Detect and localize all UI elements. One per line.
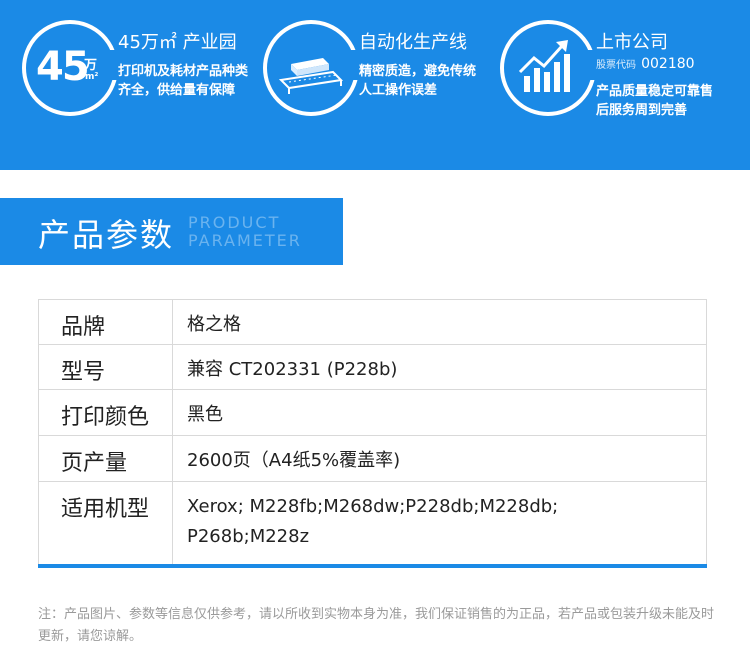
param-value: 2600页（A4纸5%覆盖率) [172, 435, 707, 482]
disclaimer-note: 注：产品图片、参数等信息仅供参考，请以所收到实物本身为准，我们保证销售的为正品，… [38, 607, 715, 644]
park-badge: 45 万 m² [22, 20, 118, 116]
table-row: 适用机型 Xerox; M228fb;M268dw;P228db;M228db;… [38, 481, 707, 566]
stock-code: 002180 [641, 56, 695, 72]
feature-automated-line: 自动化生产线 精密质造，避免传统人工操作误差 [263, 20, 493, 150]
param-value: Xerox; M228fb;M268dw;P228db;M228db; P268… [172, 481, 707, 566]
table-row: 页产量 2600页（A4纸5%覆盖率) [38, 435, 707, 482]
stock-prefix: 股票代码 [596, 60, 636, 71]
section-en-line2: PARAMETER [188, 231, 302, 250]
param-value: 黑色 [172, 389, 707, 436]
park-badge-number: 45 [36, 44, 90, 90]
section-title: 产品参数 [38, 216, 175, 254]
param-label: 适用机型 [38, 481, 173, 566]
line-description: 精密质造，避免传统人工操作误差 [359, 64, 477, 98]
park-description: 打印机及耗材产品种类齐全，供给量有保障 [118, 64, 249, 98]
param-label: 品牌 [38, 299, 173, 345]
stock-code-line: 股票代码 002180 [596, 53, 695, 72]
table-row: 打印颜色 黑色 [38, 389, 707, 436]
param-value: 格之格 [172, 299, 707, 345]
section-en-title: PRODUCT PARAMETER [188, 214, 302, 250]
feature-industrial-park: 45 万 m² 45万㎡ 产业园 打印机及耗材产品种类齐全，供给量有保障 [22, 20, 252, 150]
param-label: 打印颜色 [38, 389, 173, 436]
param-value: 兼容 CT202331 (P228b) [172, 344, 707, 390]
param-label: 页产量 [38, 435, 173, 482]
table-row: 品牌 格之格 [38, 299, 707, 345]
park-badge-sup: m² [85, 72, 99, 82]
line-title: 自动化生产线 [359, 32, 467, 53]
park-badge-unit: 万 [84, 58, 98, 73]
listed-description: 产品质量稳定可靠售后服务周到完善 [596, 84, 714, 118]
feature-listed-company: 上市公司 股票代码 002180 产品质量稳定可靠售后服务周到完善 [500, 20, 745, 150]
growth-chart-icon [500, 20, 598, 116]
feature-banner: 45 万 m² 45万㎡ 产业园 打印机及耗材产品种类齐全，供给量有保障 自动化… [0, 0, 750, 170]
param-label: 型号 [38, 344, 173, 390]
listed-title: 上市公司 [596, 32, 668, 53]
conveyor-icon [263, 20, 361, 116]
parameter-table: 品牌 格之格 型号 兼容 CT202331 (P228b) 打印颜色 黑色 页产… [38, 299, 707, 568]
park-title: 45万㎡ 产业园 [118, 32, 237, 53]
section-en-line1: PRODUCT [188, 213, 281, 232]
table-row: 型号 兼容 CT202331 (P228b) [38, 344, 707, 390]
